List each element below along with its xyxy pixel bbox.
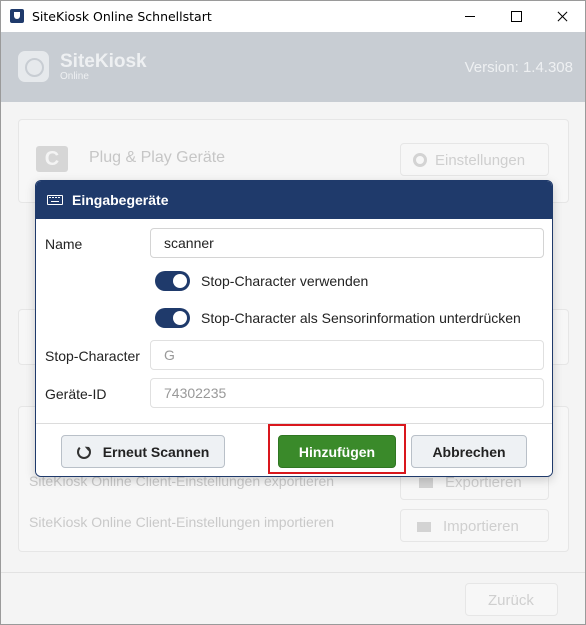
refresh-icon [76,444,91,459]
import-button-label: Importieren [443,518,519,535]
suppress-sensor-toggle-label: Stop-Character als Sensorinformation unt… [201,310,521,326]
stop-character-field [150,340,544,370]
rescan-button[interactable]: Erneut Scannen [61,435,225,468]
sitekiosk-logo-icon [18,51,49,82]
import-label: SiteKiosk Online Client-Einstellungen im… [29,514,335,530]
app-shield-icon [10,9,24,23]
close-button[interactable] [539,1,585,32]
settings-button[interactable]: Einstellungen [400,143,549,176]
device-id-label: Geräte-ID [45,386,107,402]
dialog-header: Eingabegeräte [36,181,552,219]
title-bar: SiteKiosk Online Schnellstart [1,1,585,32]
minimize-button[interactable] [447,1,493,32]
dialog-title: Eingabegeräte [72,192,169,208]
keyboard-icon [47,195,63,205]
app-window: SiteKiosk Online Schnellstart SiteKiosk … [0,0,586,625]
suppress-sensor-toggle[interactable] [155,308,190,328]
window-title: SiteKiosk Online Schnellstart [32,9,212,24]
add-button-highlight-box [268,424,406,474]
gear-icon [413,153,427,167]
name-label: Name [45,236,83,252]
logo-text: SiteKiosk [60,51,147,72]
stop-character-toggle-label: Stop-Character verwenden [201,273,369,289]
import-icon [417,522,431,532]
export-icon [419,478,433,488]
device-id-field [150,378,544,408]
cancel-button[interactable]: Abbrechen [411,435,527,468]
name-input[interactable] [150,228,544,258]
stop-character-label: Stop-Character [45,348,140,364]
stop-character-toggle[interactable] [155,271,190,291]
logo-subtitle: Online [60,71,89,82]
plug-play-c-icon: C [36,146,68,172]
plug-play-label: Plug & Play Geräte [89,149,226,166]
app-header: SiteKiosk Online Version: 1.4.308 [1,32,585,102]
back-button[interactable]: Zurück [465,583,558,616]
settings-button-label: Einstellungen [435,152,526,169]
rescan-button-label: Erneut Scannen [102,443,210,460]
version-label: Version: 1.4.308 [464,59,573,76]
app-footer: Zurück [1,572,585,624]
import-button[interactable]: Importieren [400,509,549,542]
maximize-button[interactable] [493,1,539,32]
